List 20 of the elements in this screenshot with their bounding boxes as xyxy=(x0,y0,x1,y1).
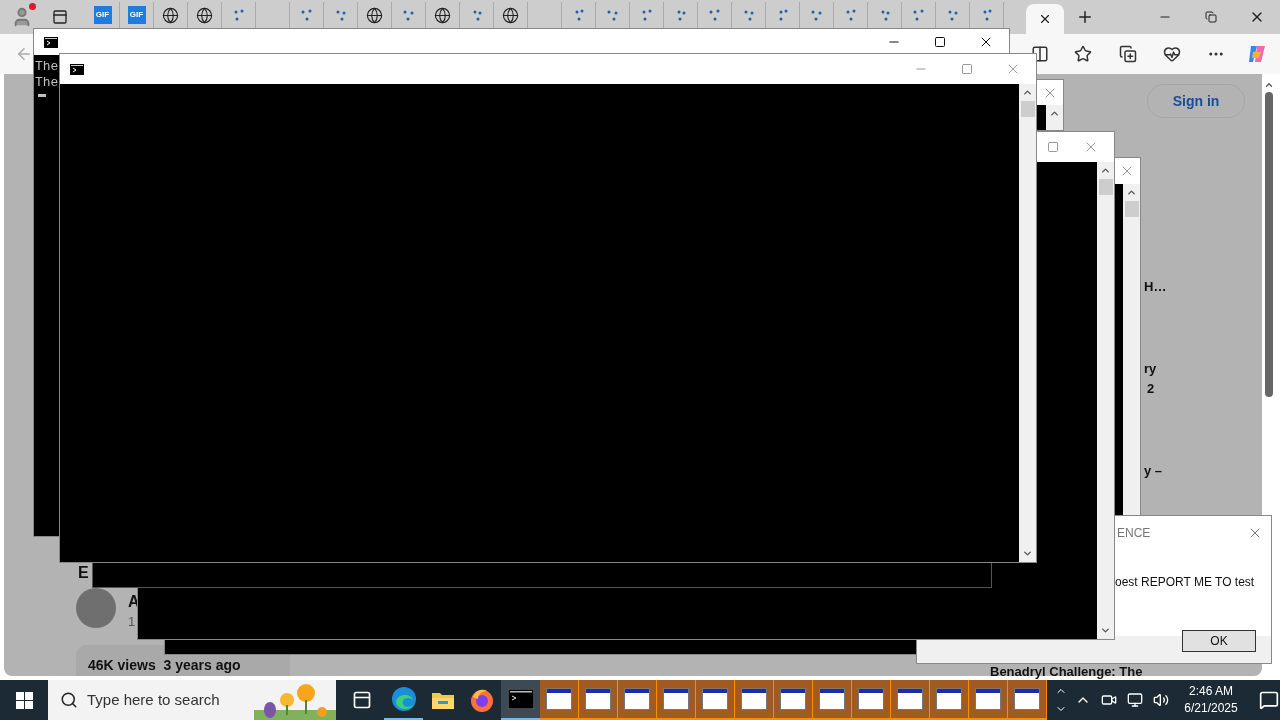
subscriber-count: 1 xyxy=(128,613,136,631)
search-box[interactable]: Type here to search xyxy=(48,680,336,720)
gif-icon: GIF xyxy=(127,6,146,24)
gif-icon: GIF xyxy=(93,6,112,24)
console-line: The xyxy=(35,75,59,91)
video-title[interactable]: E xyxy=(78,564,89,582)
ok-button[interactable]: OK xyxy=(1182,630,1256,652)
video-stats: 46K views 3 years ago xyxy=(88,656,241,675)
dialog-title: ENCE xyxy=(1117,525,1151,542)
clock[interactable]: 2:46 AM 6/21/2025 xyxy=(1173,683,1249,717)
dialog-message: oest REPORT ME TO test xyxy=(1115,574,1255,591)
time-text: 2:46 AM xyxy=(1189,683,1233,700)
video-title[interactable]: 2 xyxy=(1147,379,1155,399)
console-line: The xyxy=(35,59,59,75)
search-field[interactable]: Type here to search xyxy=(87,688,257,712)
video-title[interactable]: H… xyxy=(1144,277,1167,297)
video-title[interactable]: Benadryl Challenge: The xyxy=(990,665,1143,679)
video-title[interactable]: y – xyxy=(1144,461,1163,481)
video-title[interactable]: ry xyxy=(1144,359,1157,379)
date-text: 6/21/2025 xyxy=(1184,700,1238,717)
